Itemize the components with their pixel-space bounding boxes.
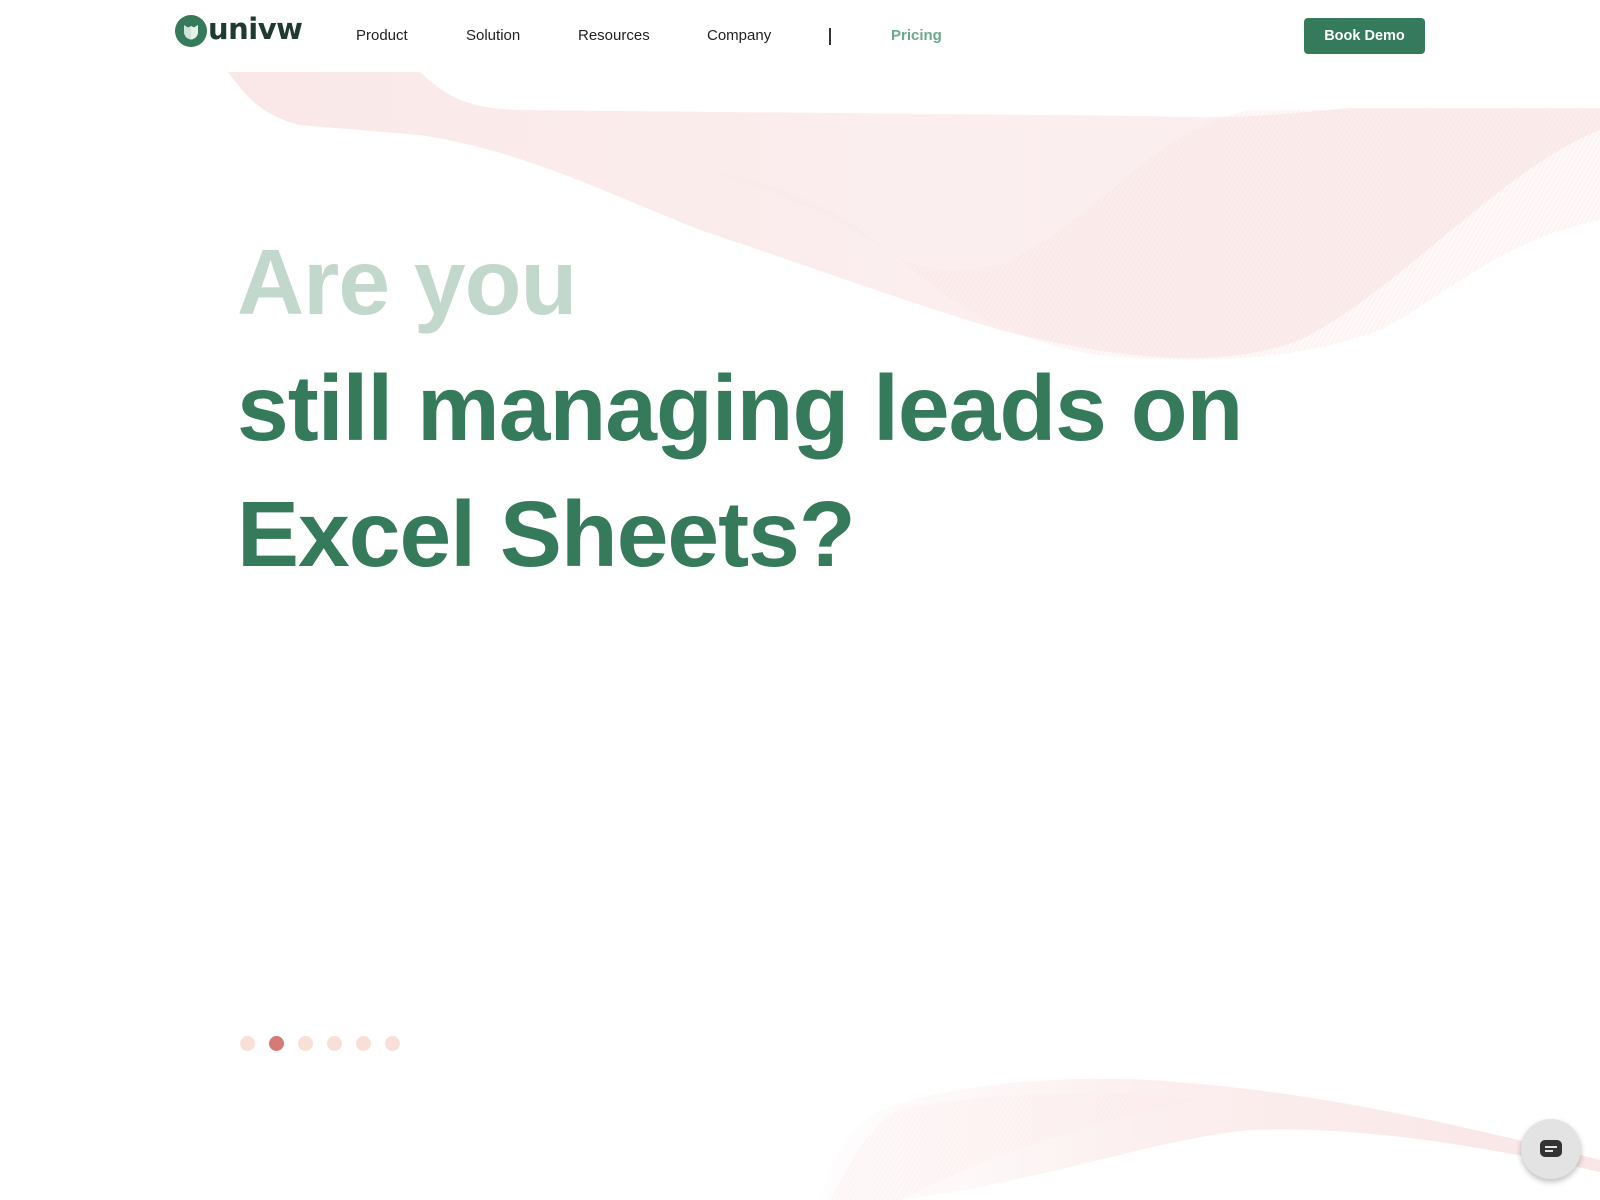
chat-bubble-icon: [1540, 1140, 1562, 1157]
nav-item-pricing[interactable]: Pricing: [891, 24, 942, 48]
carousel-dot-active[interactable]: [269, 1036, 284, 1051]
nav-item-product[interactable]: Product: [356, 24, 408, 48]
nav-item-resources[interactable]: Resources: [578, 24, 650, 48]
background-ribbon-decoration: [228, 72, 1600, 1200]
brand-name: univw: [208, 12, 303, 46]
carousel-dot[interactable]: [385, 1036, 400, 1051]
carousel-dot[interactable]: [240, 1036, 255, 1051]
hero-line-2: still managing leads on: [237, 356, 1243, 460]
chat-launcher-button[interactable]: [1521, 1119, 1581, 1179]
nav-item-company[interactable]: Company: [707, 24, 771, 48]
carousel-dot[interactable]: [298, 1036, 313, 1051]
site-header: univw Product Solution Resources Company…: [0, 0, 1600, 72]
nav-item-solution[interactable]: Solution: [466, 24, 520, 48]
page: univw Product Solution Resources Company…: [0, 0, 1600, 1200]
carousel-dot[interactable]: [327, 1036, 342, 1051]
carousel-pagination: [240, 1036, 400, 1051]
book-demo-button[interactable]: Book Demo: [1304, 18, 1425, 54]
carousel-dot[interactable]: [356, 1036, 371, 1051]
hero-line-3: Excel Sheets?: [237, 482, 856, 586]
shield-leaf-logo-icon: [175, 15, 207, 47]
nav-divider: [829, 28, 831, 45]
hero-line-1: Are you: [237, 230, 577, 334]
brand-logo-link[interactable]: univw: [175, 12, 303, 47]
